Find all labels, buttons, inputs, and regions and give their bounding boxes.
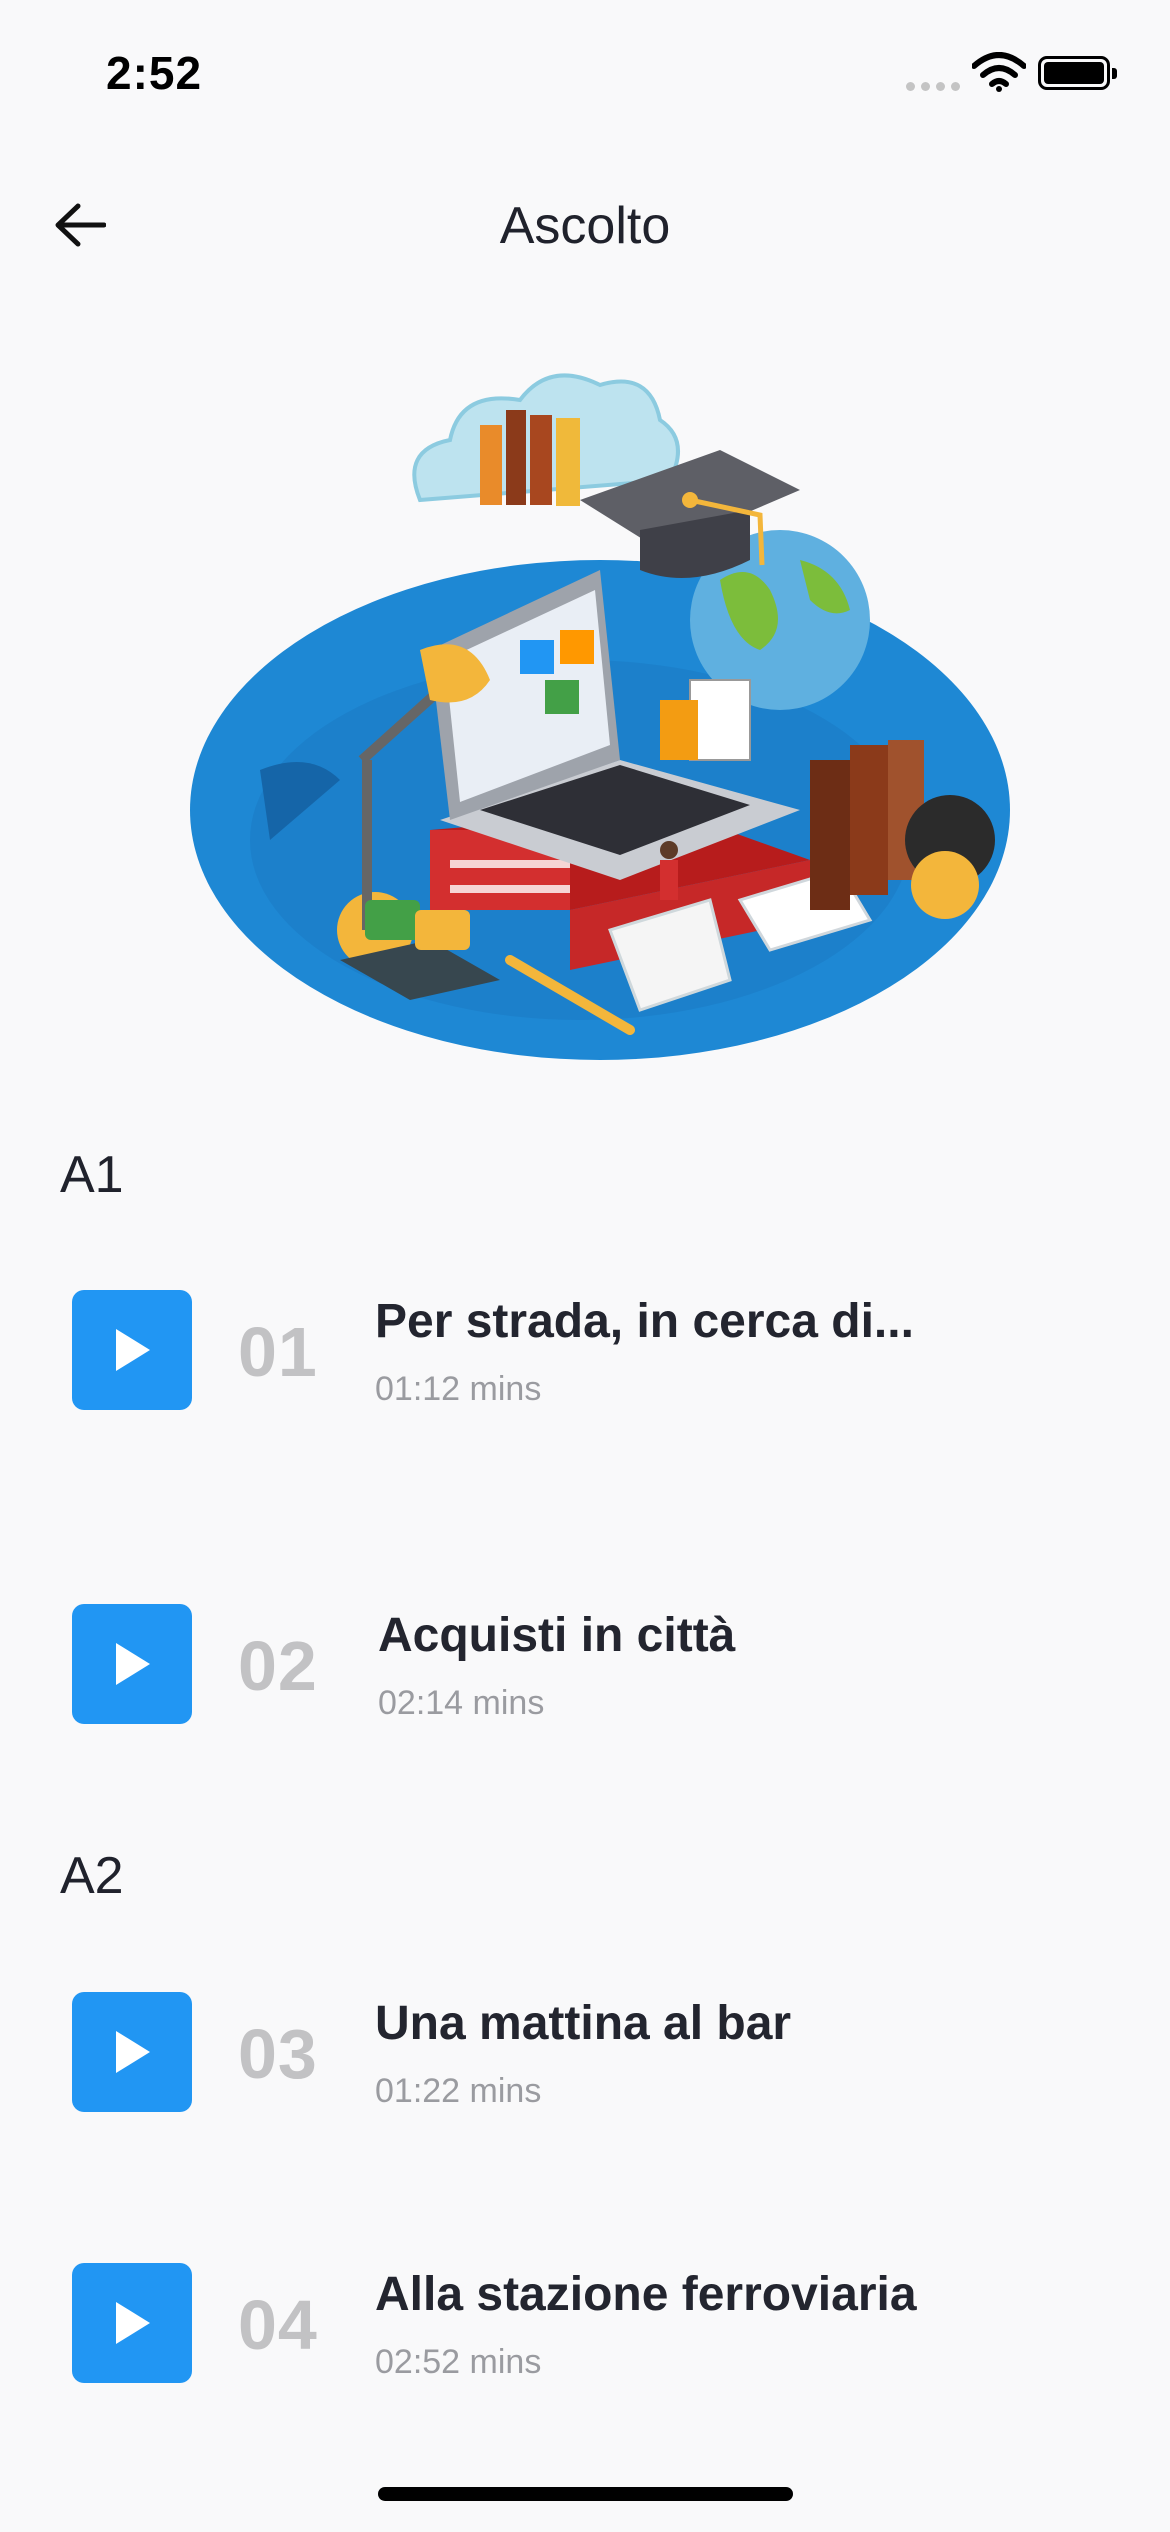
cellular-signal-icon xyxy=(906,82,960,91)
home-indicator[interactable] xyxy=(378,2487,793,2501)
track-title: Acquisti in città xyxy=(378,1609,736,1662)
track-number: 02 xyxy=(238,1627,318,1705)
track-row[interactable]: 03 Una mattina al bar 01:22 mins xyxy=(0,1992,1170,2122)
track-title: Alla stazione ferroviaria xyxy=(375,2268,917,2321)
track-row[interactable]: 01 Per strada, in cerca di... 01:12 mins xyxy=(0,1290,1170,1420)
play-button[interactable] xyxy=(72,1290,192,1410)
play-icon xyxy=(116,2031,150,2073)
section-label-a1: A1 xyxy=(60,1146,124,1204)
play-button[interactable] xyxy=(72,1604,192,1724)
play-icon xyxy=(116,1329,150,1371)
track-row[interactable]: 02 Acquisti in città 02:14 mins xyxy=(0,1604,1170,1734)
navigation-header: Ascolto xyxy=(0,180,1170,270)
section-label-a2: A2 xyxy=(60,1847,124,1905)
education-illustration xyxy=(150,340,1020,1080)
play-icon xyxy=(116,1643,150,1685)
track-title: Per strada, in cerca di... xyxy=(375,1295,914,1348)
track-duration: 02:52 mins xyxy=(375,2343,542,2381)
battery-icon xyxy=(1038,56,1117,90)
track-number: 03 xyxy=(238,2015,318,2093)
play-button[interactable] xyxy=(72,2263,192,2383)
track-row[interactable]: 04 Alla stazione ferroviaria 02:52 mins xyxy=(0,2263,1170,2393)
play-button[interactable] xyxy=(72,1992,192,2112)
track-duration: 01:22 mins xyxy=(375,2072,542,2110)
track-number: 01 xyxy=(238,1313,318,1391)
track-number: 04 xyxy=(238,2286,318,2364)
track-duration: 01:12 mins xyxy=(375,1370,542,1408)
wifi-icon xyxy=(971,52,1027,97)
track-title: Una mattina al bar xyxy=(375,1997,792,2050)
play-icon xyxy=(116,2302,150,2344)
track-duration: 02:14 mins xyxy=(378,1684,545,1722)
status-bar: 2:52 xyxy=(0,0,1170,150)
status-time: 2:52 xyxy=(106,47,203,99)
page-title: Ascolto xyxy=(499,197,671,255)
